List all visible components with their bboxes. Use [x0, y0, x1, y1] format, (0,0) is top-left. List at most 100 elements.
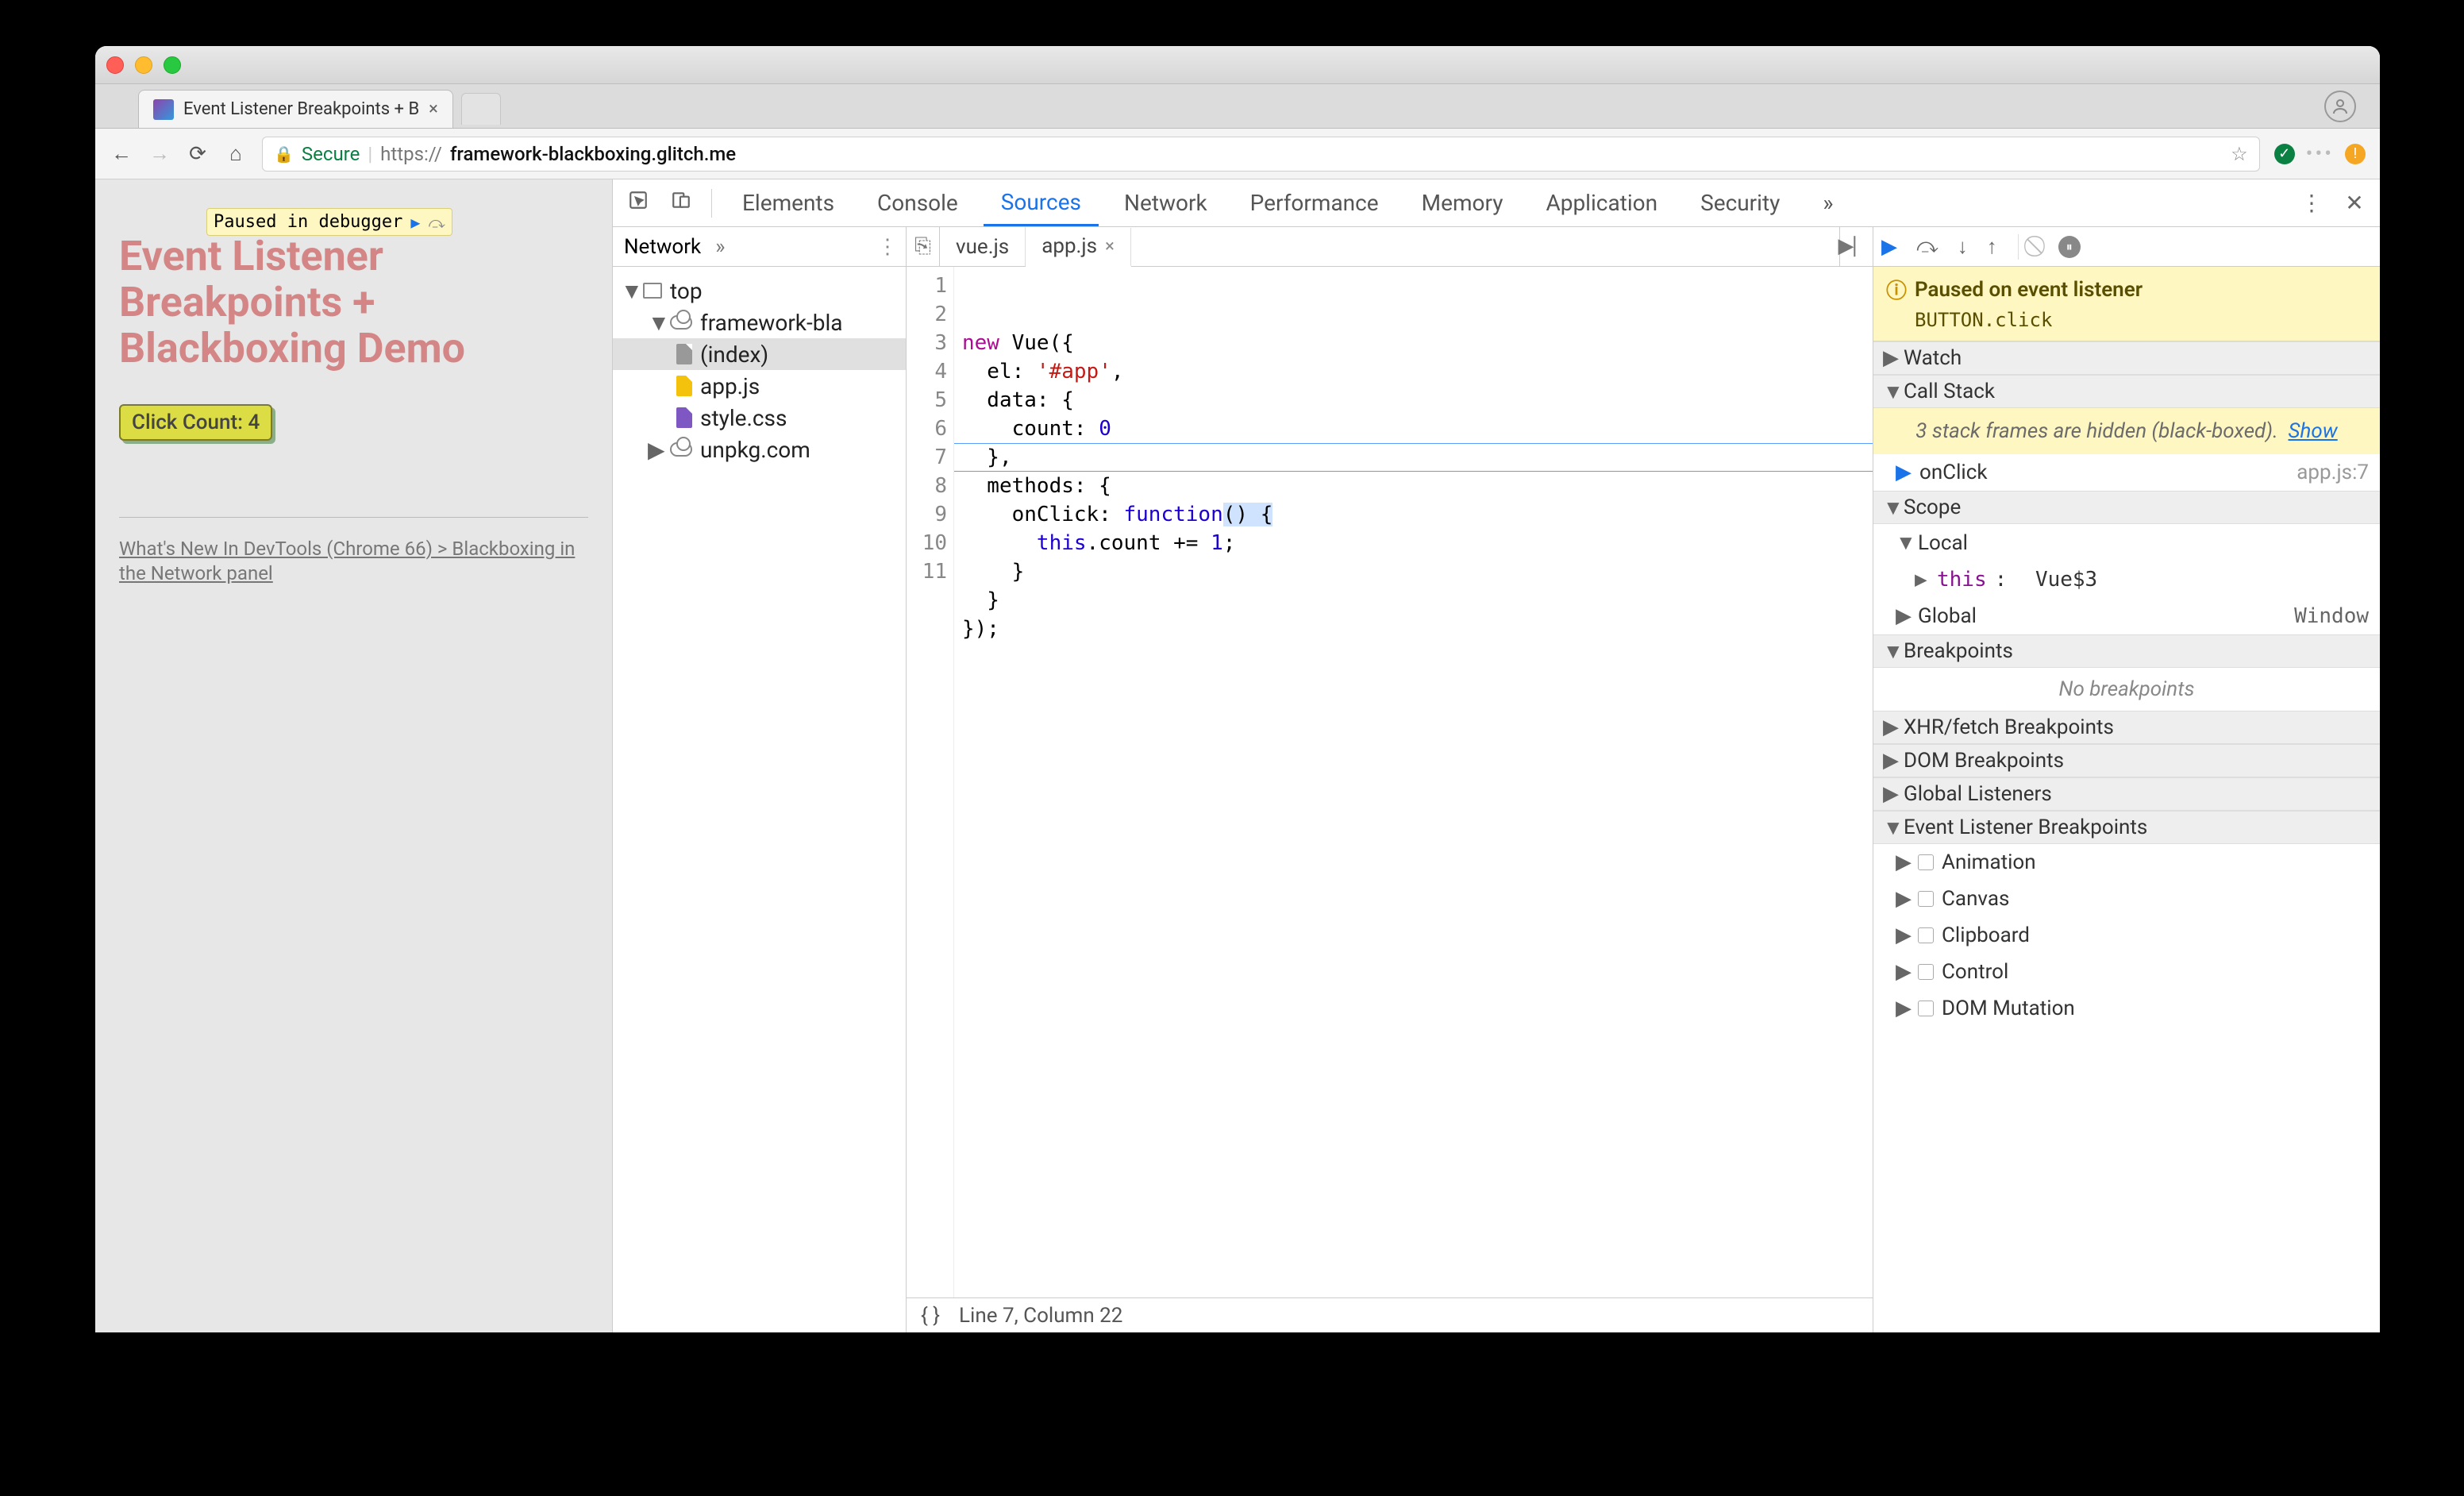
event-category[interactable]: ▶Clipboard	[1873, 917, 2380, 954]
navigator-header: Network » ⋮	[613, 227, 906, 267]
new-tab-button[interactable]	[461, 93, 501, 125]
step-into-button[interactable]: ↓	[1958, 234, 1968, 259]
chip-resume-icon[interactable]: ▶	[410, 213, 420, 232]
extension-warning-icon[interactable]: !	[2345, 144, 2366, 164]
window-minimize-icon[interactable]	[135, 56, 152, 74]
scope-local[interactable]: ▼Local	[1873, 524, 2380, 561]
checkbox[interactable]	[1918, 964, 1934, 980]
window-close-icon[interactable]	[106, 56, 124, 74]
devtools-close-icon[interactable]: ✕	[2337, 190, 2372, 216]
checkbox[interactable]	[1918, 891, 1934, 907]
checkbox[interactable]	[1918, 1001, 1934, 1016]
section-dom-breakpoints[interactable]: ▶DOM Breakpoints	[1873, 744, 2380, 777]
nav-forward-button[interactable]: →	[148, 141, 171, 166]
tree-external[interactable]: ▶unpkg.com	[613, 434, 906, 465]
inspect-icon[interactable]	[621, 190, 656, 216]
section-breakpoints[interactable]: ▼Breakpoints	[1873, 634, 2380, 668]
tree-file-stylecss[interactable]: style.css	[613, 402, 906, 434]
scope-global[interactable]: ▶GlobalWindow	[1873, 598, 2380, 634]
cursor-location: Line 7, Column 22	[959, 1304, 1122, 1328]
section-watch[interactable]: ▶Watch	[1873, 341, 2380, 375]
tree-file-appjs[interactable]: app.js	[613, 370, 906, 402]
checkbox[interactable]	[1918, 854, 1934, 870]
navigator-menu-icon[interactable]: ⋮	[877, 235, 898, 259]
scope-local-this[interactable]: ▶this: Vue$3	[1873, 561, 2380, 598]
js-file-icon	[676, 376, 692, 396]
divider	[119, 517, 588, 518]
section-global-listeners[interactable]: ▶Global Listeners	[1873, 777, 2380, 811]
pretty-print-icon[interactable]: { }	[921, 1304, 940, 1328]
browser-tab[interactable]: Event Listener Breakpoints + B ×	[138, 90, 453, 128]
toggle-debugger-icon[interactable]: ▶⎸	[1839, 227, 1873, 266]
tree-domain[interactable]: ▼framework-bla	[613, 307, 906, 338]
resume-button[interactable]: ▶	[1881, 235, 1897, 259]
close-icon[interactable]: ×	[429, 99, 438, 119]
url-input[interactable]: 🔒 Secure | https://framework-blackboxing…	[262, 137, 2260, 172]
code-editor[interactable]: 1234567891011 new Vue({ el: '#app', data…	[907, 267, 1873, 1297]
code-tabbar: ⎘ vue.js app.js× ▶⎸	[907, 227, 1873, 267]
tab-network[interactable]: Network	[1107, 179, 1225, 226]
omnibar: ← → ⟳ ⌂ 🔒 Secure | https://framework-bla…	[95, 129, 2380, 179]
tab-security[interactable]: Security	[1683, 179, 1797, 226]
navigator-tab-network[interactable]: Network	[621, 232, 704, 262]
debugger-toolbar: ▶ ⤼ ↓ ↑ ⃠ ⏸	[1873, 227, 2380, 267]
section-callstack[interactable]: ▼Call Stack	[1873, 375, 2380, 408]
code-tab-vuejs[interactable]: vue.js	[940, 227, 1026, 266]
toggle-navigator-icon[interactable]: ⎘	[907, 227, 940, 266]
url-scheme: https://	[380, 143, 442, 165]
section-event-breakpoints[interactable]: ▼Event Listener Breakpoints	[1873, 811, 2380, 844]
device-toggle-icon[interactable]	[664, 190, 699, 216]
navigator-overflow-icon[interactable]: »	[715, 235, 725, 259]
tree-file-index[interactable]: (index)	[613, 338, 906, 370]
window-zoom-icon[interactable]	[164, 56, 181, 74]
url-host: framework-blackboxing.glitch.me	[450, 143, 736, 165]
show-frames-link[interactable]: Show	[2289, 419, 2338, 443]
step-over-button[interactable]: ⤼	[1916, 234, 1938, 259]
extension-overflow-icon[interactable]: •••	[2306, 142, 2334, 166]
tab-application[interactable]: Application	[1528, 179, 1675, 226]
paused-chip: Paused in debugger ▶ ⤼	[206, 208, 452, 236]
pause-exceptions-button[interactable]: ⏸	[2058, 236, 2081, 258]
nav-back-button[interactable]: ←	[110, 141, 133, 166]
navigator-pane: Network » ⋮ ▼top ▼framework-bla (index) …	[613, 227, 907, 1332]
event-category[interactable]: ▶DOM Mutation	[1873, 990, 2380, 1027]
cloud-icon	[670, 442, 692, 457]
tree-top[interactable]: ▼top	[613, 275, 906, 307]
tab-memory[interactable]: Memory	[1404, 179, 1521, 226]
main-split: Paused in debugger ▶ ⤼ Event Listener Br…	[95, 179, 2380, 1332]
bookmark-star-icon[interactable]: ☆	[2231, 143, 2248, 165]
nav-home-button[interactable]: ⌂	[224, 141, 248, 166]
step-out-button[interactable]: ↑	[1987, 234, 1997, 259]
extension-icons: ✓ ••• !	[2274, 142, 2366, 166]
event-category[interactable]: ▶Control	[1873, 954, 2380, 990]
file-icon	[676, 344, 692, 364]
click-count-button[interactable]: Click Count: 4	[119, 404, 272, 441]
stack-frame[interactable]: ▶ onClick app.js:7	[1873, 454, 2380, 491]
nav-reload-button[interactable]: ⟳	[186, 142, 210, 166]
devtools-menu-icon[interactable]: ⋮	[2294, 190, 2329, 216]
profile-avatar-icon[interactable]	[2324, 91, 2356, 122]
tab-overflow-icon[interactable]: »	[1805, 179, 1850, 226]
line-gutter: 1234567891011	[907, 267, 954, 1297]
info-icon: ⓘ	[1886, 275, 1907, 304]
tab-elements[interactable]: Elements	[725, 179, 852, 226]
tab-console[interactable]: Console	[860, 179, 976, 226]
event-category[interactable]: ▶Canvas	[1873, 881, 2380, 917]
checkbox[interactable]	[1918, 927, 1934, 943]
section-xhr-breakpoints[interactable]: ▶XHR/fetch Breakpoints	[1873, 711, 2380, 744]
secure-label: Secure	[302, 143, 360, 165]
tab-sources[interactable]: Sources	[984, 179, 1099, 226]
code-tab-appjs[interactable]: app.js×	[1026, 228, 1131, 267]
reference-link[interactable]: What's New In DevTools (Chrome 66) > Bla…	[119, 537, 588, 586]
css-file-icon	[676, 407, 692, 428]
browser-window: Event Listener Breakpoints + B × ← → ⟳ ⌂…	[95, 46, 2380, 1332]
close-icon[interactable]: ×	[1105, 237, 1115, 256]
extension-icon[interactable]: ✓	[2274, 144, 2295, 164]
chip-step-icon[interactable]: ⤼	[428, 213, 445, 232]
hidden-frames-note: 3 stack frames are hidden (black-boxed).…	[1873, 408, 2380, 454]
event-category[interactable]: ▶Animation	[1873, 844, 2380, 881]
tab-performance[interactable]: Performance	[1233, 179, 1396, 226]
section-scope[interactable]: ▼Scope	[1873, 491, 2380, 524]
no-breakpoints-label: No breakpoints	[1873, 668, 2380, 711]
browser-tabstrip: Event Listener Breakpoints + B ×	[95, 84, 2380, 129]
